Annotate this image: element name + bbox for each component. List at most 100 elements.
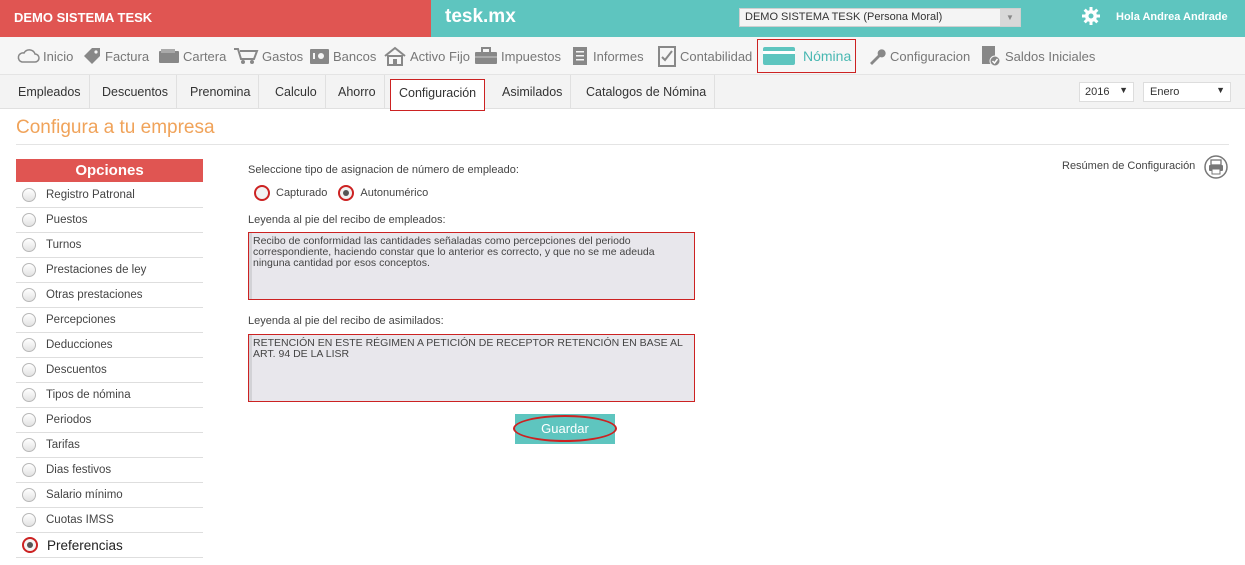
chevron-down-icon: ▼ xyxy=(1119,85,1128,95)
sidebar-item-tipos-de-nomina[interactable]: Tipos de nómina xyxy=(16,383,203,408)
radio-icon[interactable] xyxy=(22,338,36,352)
radio-icon[interactable] xyxy=(22,213,36,227)
sidebar-item-turnos[interactable]: Turnos xyxy=(16,233,203,258)
menu-item-bancos[interactable]: Bancos xyxy=(309,37,376,75)
sidebar-item-label: Descuentos xyxy=(46,364,107,376)
employees-footer-textarea[interactable]: Recibo de conformidad las cantidades señ… xyxy=(248,232,695,300)
radio-autonumerico-label[interactable]: Autonumérico xyxy=(360,187,428,199)
menu-item-impuestos[interactable]: Impuestos xyxy=(474,37,561,75)
gear-icon[interactable] xyxy=(1081,6,1101,26)
sidebar-item-cuotas-imss[interactable]: Cuotas IMSS xyxy=(16,508,203,533)
radio-icon[interactable] xyxy=(22,388,36,402)
radio-icon[interactable] xyxy=(22,438,36,452)
card-icon xyxy=(763,47,795,65)
tab-asimilados[interactable]: Asimilados xyxy=(494,75,572,109)
tab-catalogos-de-nomina[interactable]: Catalogos de Nómina xyxy=(578,75,716,109)
menu-item-configuracion[interactable]: Configuracion xyxy=(867,37,970,75)
radio-icon[interactable] xyxy=(22,188,36,202)
sidebar-item-percepciones[interactable]: Percepciones xyxy=(16,308,203,333)
chevron-down-icon: ▼ xyxy=(1216,85,1225,95)
menu-label: Cartera xyxy=(183,48,227,64)
radio-autonumerico[interactable] xyxy=(338,185,355,201)
menu-label: Impuestos xyxy=(501,48,561,64)
save-button[interactable]: Guardar xyxy=(513,414,617,444)
user-greeting[interactable]: Hola Andrea Andrade xyxy=(1116,11,1228,23)
configuration-summary-link[interactable]: Resúmen de Configuración xyxy=(1062,160,1195,172)
radio-icon[interactable] xyxy=(22,288,36,302)
sidebar-item-label: Turnos xyxy=(46,239,82,251)
menu-item-nomina[interactable]: Nómina xyxy=(757,39,857,73)
menu-label: Informes xyxy=(593,48,644,64)
page-title: Configura a tu empresa xyxy=(16,117,215,138)
wrench-icon xyxy=(870,49,886,65)
sidebar-item-label: Otras prestaciones xyxy=(46,289,143,301)
sidebar-item-periodos[interactable]: Periodos xyxy=(16,408,203,433)
menu-item-factura[interactable]: Factura xyxy=(82,37,149,75)
radio-icon[interactable] xyxy=(22,463,36,477)
menu-label: Contabilidad xyxy=(680,48,753,64)
sidebar-item-registro-patronal[interactable]: Registro Patronal xyxy=(16,183,203,208)
top-bar: DEMO SISTEMA TESK tesk.mx DEMO SISTEMA T… xyxy=(0,0,1245,37)
menu-item-inicio[interactable]: Inicio xyxy=(16,37,73,75)
menu-item-informes[interactable]: Informes xyxy=(570,37,644,75)
menu-label: Activo Fijo xyxy=(410,48,470,64)
radio-icon[interactable] xyxy=(22,363,36,377)
sidebar-item-label: Cuotas IMSS xyxy=(46,514,114,526)
menu-label: Inicio xyxy=(43,48,74,64)
tab-prenomina[interactable]: Prenomina xyxy=(182,75,260,109)
sidebar-item-label: Preferencias xyxy=(47,537,123,553)
menu-item-saldos-iniciales[interactable]: Saldos Iniciales xyxy=(980,37,1095,75)
document-icon xyxy=(573,47,587,65)
menu-item-gastos[interactable]: Gastos xyxy=(233,37,303,75)
chevron-down-icon[interactable]: ▼ xyxy=(1000,9,1020,26)
year-value: 2016 xyxy=(1085,86,1110,98)
radio-capturado[interactable] xyxy=(254,185,270,201)
radio-icon[interactable] xyxy=(22,413,36,427)
tab-descuentos[interactable]: Descuentos xyxy=(94,75,178,109)
sidebar-item-label: Deducciones xyxy=(46,339,113,351)
sidebar-item-tarifas[interactable]: Tarifas xyxy=(16,433,203,458)
sidebar-item-salario-minimo[interactable]: Salario mínimo xyxy=(16,483,203,508)
tab-ahorro[interactable]: Ahorro xyxy=(330,75,385,109)
tag-icon xyxy=(84,48,100,64)
menu-label: Bancos xyxy=(333,48,377,64)
sidebar-item-descuentos[interactable]: Descuentos xyxy=(16,358,203,383)
brand-bar: tesk.mx DEMO SISTEMA TESK (Persona Moral… xyxy=(431,0,1245,37)
menu-label: Saldos Iniciales xyxy=(1005,48,1096,64)
company-name: DEMO SISTEMA TESK xyxy=(0,0,431,37)
menu-item-contabilidad[interactable]: Contabilidad xyxy=(657,37,752,75)
brand-logo[interactable]: tesk.mx xyxy=(445,6,516,28)
sidebar-item-preferencias[interactable]: Preferencias xyxy=(16,533,203,558)
sidebar-item-prestaciones-de-ley[interactable]: Prestaciones de ley xyxy=(16,258,203,283)
sidebar-item-label: Percepciones xyxy=(46,314,116,326)
month-select[interactable]: Enero ▼ xyxy=(1143,82,1231,102)
tab-configuracion[interactable]: Configuración xyxy=(390,79,486,111)
radio-icon[interactable] xyxy=(22,263,36,277)
radio-icon[interactable] xyxy=(22,488,36,502)
sidebar-item-otras-prestaciones[interactable]: Otras prestaciones xyxy=(16,283,203,308)
company-selector[interactable]: DEMO SISTEMA TESK (Persona Moral) ▼ xyxy=(739,8,1021,27)
radio-icon[interactable] xyxy=(22,313,36,327)
wallet-icon xyxy=(159,49,179,63)
doc-check-icon xyxy=(982,46,1001,67)
radio-selected-icon[interactable] xyxy=(22,537,38,553)
sidebar-item-label: Registro Patronal xyxy=(46,189,135,201)
sidebar-item-dias-festivos[interactable]: Dias festivos xyxy=(16,458,203,483)
printer-icon[interactable] xyxy=(1204,155,1228,179)
menu-item-cartera[interactable]: Cartera xyxy=(158,37,226,75)
radio-icon[interactable] xyxy=(22,238,36,252)
assimilated-footer-label: Leyenda al pie del recibo de asimilados: xyxy=(248,315,444,327)
sidebar-options: Registro Patronal Puestos Turnos Prestac… xyxy=(16,183,203,558)
year-select[interactable]: 2016 ▼ xyxy=(1079,82,1134,102)
radio-capturado-label[interactable]: Capturado xyxy=(276,187,327,199)
radio-icon[interactable] xyxy=(22,513,36,527)
sidebar-header: Opciones xyxy=(16,159,203,182)
sidebar-item-deducciones[interactable]: Deducciones xyxy=(16,333,203,358)
sidebar-item-puestos[interactable]: Puestos xyxy=(16,208,203,233)
tab-calculo[interactable]: Calculo xyxy=(267,75,326,109)
menu-item-activo-fijo[interactable]: Activo Fijo xyxy=(383,37,470,75)
sidebar-item-label: Prestaciones de ley xyxy=(46,264,147,276)
safe-icon xyxy=(310,49,329,64)
tab-empleados[interactable]: Empleados xyxy=(10,75,90,109)
assimilated-footer-textarea[interactable]: RETENCIÓN EN ESTE RÉGIMEN A PETICIÓN DE … xyxy=(248,334,695,402)
